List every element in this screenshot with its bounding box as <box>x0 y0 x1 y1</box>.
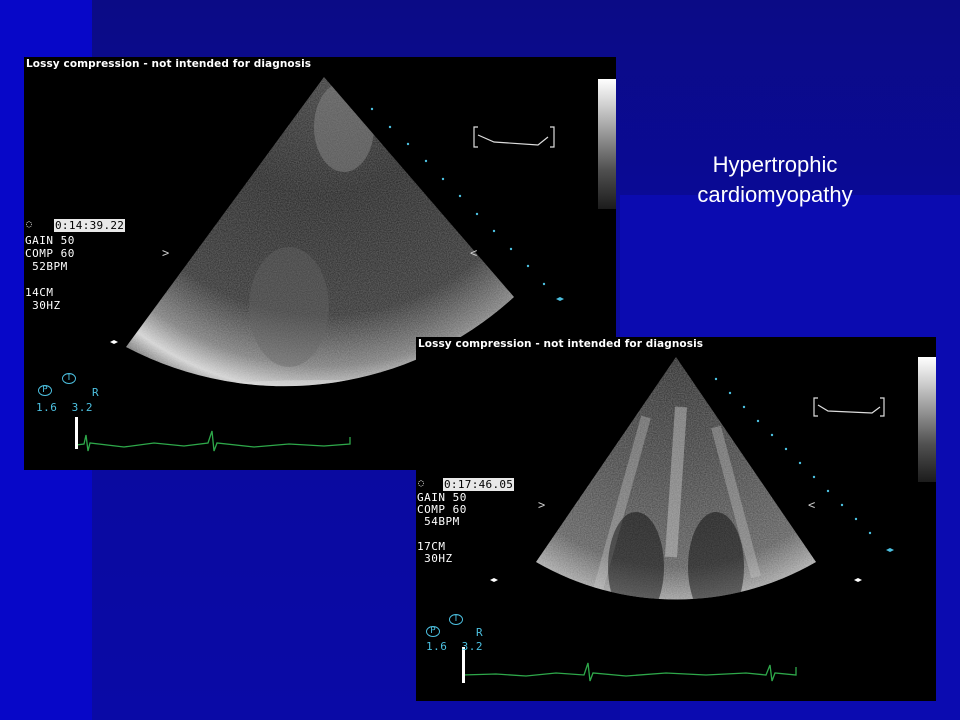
probe-t-icon: T <box>62 373 76 384</box>
echo-top-depth: 14CM <box>25 286 54 299</box>
focus-marker <box>110 340 118 344</box>
echo-bottom-comp: COMP 60 <box>417 503 467 516</box>
left-caret-marker: > <box>162 246 169 260</box>
probe-values: 1.6 3.2 <box>36 401 93 414</box>
left-caret-marker: > <box>538 498 545 512</box>
probe-r-label: R <box>476 626 484 639</box>
echo-top-bpm: 52BPM <box>25 260 68 273</box>
probe-r-label: R <box>92 386 100 399</box>
probe-p-icon: P <box>38 385 52 396</box>
video-icon: ◌ <box>26 219 33 230</box>
scale-bracket-icon <box>813 397 885 417</box>
echo-top-frame-rate: 30HZ <box>25 299 61 312</box>
scale-bracket-icon <box>473 126 555 148</box>
right-caret-marker: < <box>470 246 477 260</box>
echo-top-time: 0:14:39.22 <box>54 219 126 232</box>
ultrasound-sector-bottom <box>536 357 816 600</box>
ecg-trace-bottom <box>461 662 797 682</box>
echo-bottom-header: Lossy compression - not intended for dia… <box>418 338 704 350</box>
right-caret-marker: < <box>808 498 815 512</box>
ecg-trace-top <box>75 430 351 452</box>
echo-bottom-graphics: > < <box>461 357 894 683</box>
echo-bottom-frame-rate: 30HZ <box>417 552 453 565</box>
video-icon: ◌ <box>418 478 425 489</box>
echo-top-comp: COMP 60 <box>25 247 75 260</box>
grayscale-bar-top <box>598 79 616 209</box>
echo-bottom-time: 0:17:46.05 <box>443 478 515 491</box>
echo-image-bottom: > < Lossy compression - not intended for… <box>416 337 936 701</box>
probe-values: 1.6 3.2 <box>426 640 483 653</box>
probe-p-icon: P <box>426 626 440 637</box>
echo-top-header: Lossy compression - not intended for dia… <box>26 58 312 70</box>
probe-t-icon: T <box>449 614 463 625</box>
echo-bottom-bpm: 54BPM <box>417 515 460 528</box>
focus-marker <box>854 578 862 582</box>
focus-marker <box>490 578 498 582</box>
ecg-marker <box>75 417 78 449</box>
slide-title: Hypertrophic cardiomyopathy <box>697 152 853 207</box>
echo-bottom-gain: GAIN 50 <box>417 491 467 504</box>
grayscale-bar-bottom <box>918 357 936 482</box>
echo-bottom-depth: 17CM <box>417 540 446 553</box>
echo-top-gain: GAIN 50 <box>25 234 75 247</box>
